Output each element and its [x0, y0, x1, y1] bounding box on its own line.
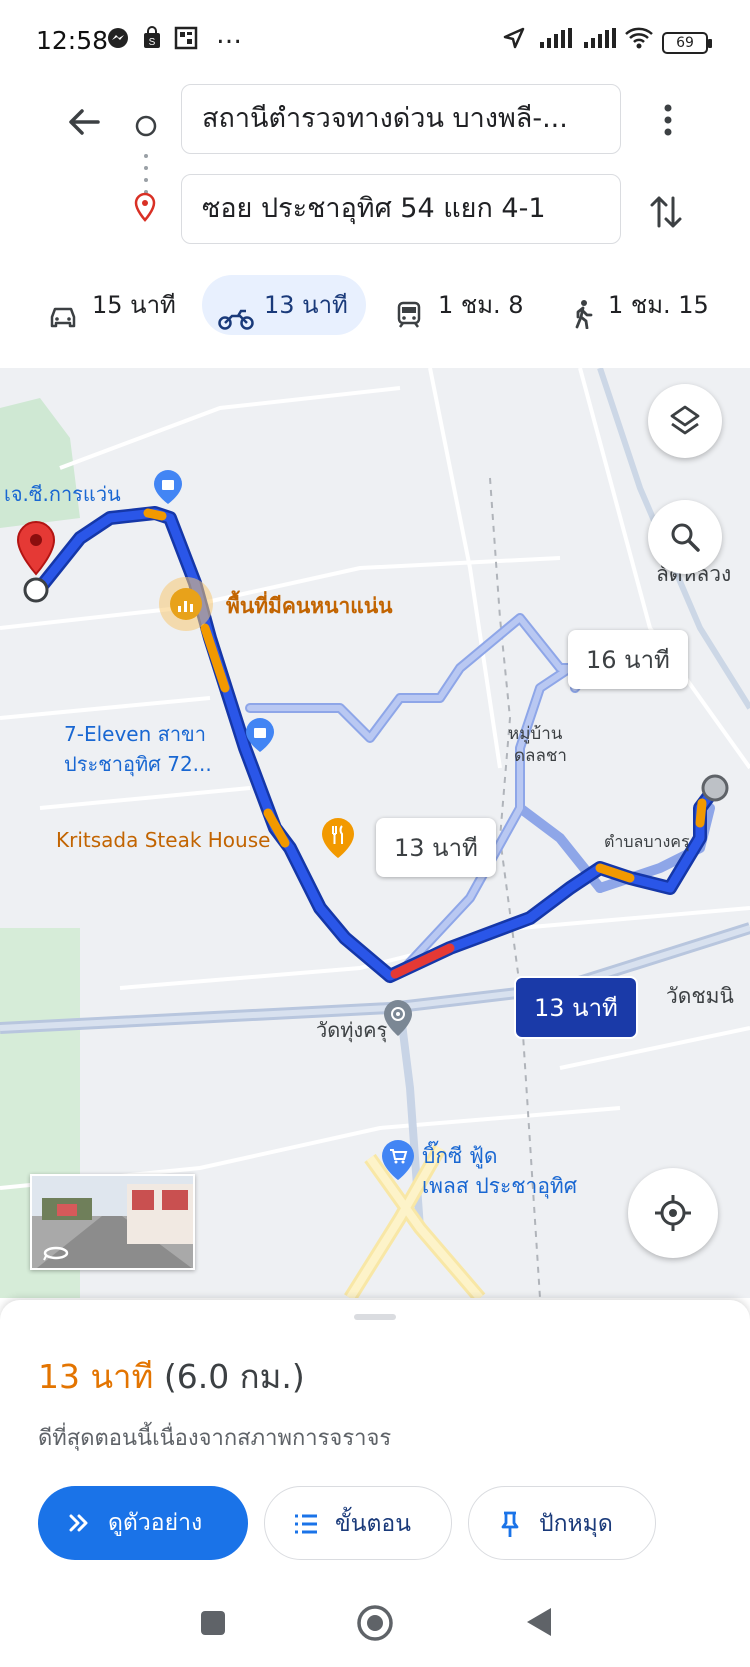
- tab-transit[interactable]: 1 ชม. 8: [396, 275, 536, 335]
- shopping-bag-icon: S: [140, 26, 164, 56]
- list-icon: [293, 1487, 319, 1591]
- route-bubble-alt-16[interactable]: 16 นาที: [568, 630, 688, 689]
- origin-field[interactable]: สถานีตำรวจทางด่วน บางพลี-...: [181, 84, 621, 154]
- location-arrow-icon: [502, 26, 526, 56]
- destination-pin-icon: [132, 192, 158, 226]
- map-label-711-2[interactable]: ประชาอุทิศ 72...: [64, 748, 212, 780]
- temple-pin-icon[interactable]: [382, 998, 414, 1042]
- steps-label: ขั้นตอน: [335, 1511, 411, 1537]
- swap-icon[interactable]: [648, 192, 684, 236]
- route-summary: 13 นาที (6.0 กม.): [38, 1350, 305, 1403]
- layers-icon: [669, 404, 701, 442]
- layers-button[interactable]: [648, 384, 722, 458]
- signal-icon: [538, 26, 578, 56]
- back-nav-button[interactable]: [524, 1606, 554, 1642]
- grocery-pin-icon[interactable]: [380, 1138, 416, 1186]
- back-button[interactable]: [64, 102, 104, 146]
- restaurant-pin-icon[interactable]: [320, 816, 356, 864]
- transit-icon: [396, 291, 422, 351]
- tab-motorcycle-label: 13 นาที: [264, 291, 348, 319]
- tab-drive-label: 15 นาที: [92, 291, 176, 319]
- messenger-icon: [106, 26, 130, 56]
- more-vert-icon[interactable]: [656, 102, 680, 142]
- tab-walk-label: 1 ชม. 15: [608, 291, 709, 319]
- map-label-steak[interactable]: Kritsada Steak House: [56, 828, 270, 852]
- map-label-wat-chom[interactable]: วัดชมนิ: [666, 980, 734, 1013]
- route-distance: (6.0 กม.): [163, 1357, 305, 1396]
- route-duration: 13 นาที: [38, 1357, 154, 1396]
- route-note: ดีที่สุดตอนนี้เนื่องจากสภาพการจราจร: [38, 1426, 392, 1451]
- store-pin-icon[interactable]: [244, 716, 276, 758]
- wifi-icon: [624, 26, 654, 56]
- drag-handle[interactable]: [354, 1314, 396, 1320]
- my-location-button[interactable]: [628, 1168, 718, 1258]
- system-nav-bar: [0, 1590, 750, 1667]
- map-label-busy[interactable]: พื้นที่มีคนหนาแน่น: [226, 590, 393, 623]
- steps-button[interactable]: ขั้นตอน: [264, 1486, 452, 1560]
- search-button[interactable]: [648, 500, 722, 574]
- tab-walk[interactable]: 1 ชม. 15: [570, 275, 730, 335]
- route-bubble-selected[interactable]: 13 นาที: [514, 976, 638, 1039]
- shopping-pin-icon[interactable]: [152, 468, 184, 510]
- preview-label: ดูตัวอย่าง: [108, 1510, 203, 1536]
- crosshair-icon: [653, 1193, 693, 1237]
- rotate-360-icon: [42, 1244, 70, 1266]
- double-chevron-icon: [68, 1486, 90, 1590]
- car-icon: [48, 292, 78, 352]
- map-label-tambon[interactable]: ตำบลบางครุ: [604, 830, 690, 855]
- battery-indicator: 69: [662, 32, 712, 54]
- map-label-711-1[interactable]: 7-Eleven สาขา: [64, 718, 206, 750]
- preview-button[interactable]: ดูตัวอย่าง: [38, 1486, 248, 1560]
- map-label-jc[interactable]: เจ.ซี.การแว่น: [4, 478, 121, 510]
- motorcycle-icon: [218, 293, 254, 353]
- recents-button[interactable]: [200, 1610, 226, 1640]
- destination-marker-icon[interactable]: [14, 520, 58, 614]
- map-label-bigc-1[interactable]: บิ๊กซี ฟู้ด: [422, 1140, 497, 1173]
- clock: 12:58: [36, 26, 109, 55]
- pin-button[interactable]: ปักหมุด: [468, 1486, 656, 1560]
- busy-area-icon[interactable]: [158, 576, 214, 636]
- home-button[interactable]: [356, 1604, 394, 1646]
- tab-drive[interactable]: 15 นาที: [44, 275, 184, 335]
- more-notifications: …: [216, 20, 242, 50]
- status-bar: 12:58 S … 69: [0, 0, 750, 80]
- street-view-thumbnail[interactable]: [30, 1174, 195, 1270]
- walk-icon: [570, 291, 594, 351]
- qr-icon: [174, 26, 198, 56]
- map-label-wat-thung-kru[interactable]: วัดทุ่งครุ: [316, 1014, 387, 1046]
- map-view[interactable]: เจ.ซี.การแว่น พื้นที่มีคนหนาแน่น 7-Eleve…: [0, 368, 750, 1298]
- signal-icon-2: [582, 26, 622, 56]
- map-label-bigc-2[interactable]: เพลส ประชาอุทิศ: [422, 1170, 577, 1203]
- origin-circle-icon: [134, 114, 158, 142]
- tab-transit-label: 1 ชม. 8: [438, 291, 524, 319]
- search-icon: [668, 520, 702, 558]
- directions-header: สถานีตำรวจทางด่วน บางพลี-... ซอย ประชาอุ…: [0, 80, 750, 365]
- svg-text:S: S: [149, 37, 156, 48]
- pin-label: ปักหมุด: [539, 1511, 613, 1537]
- route-bubble-alt-13[interactable]: 13 นาที: [376, 818, 496, 877]
- tab-motorcycle[interactable]: 13 นาที: [202, 275, 366, 335]
- destination-field[interactable]: ซอย ประชาอุทิศ 54 แยก 4-1: [181, 174, 621, 244]
- pushpin-icon: [499, 1487, 521, 1591]
- map-label-village-2[interactable]: ดลลชา: [514, 742, 567, 769]
